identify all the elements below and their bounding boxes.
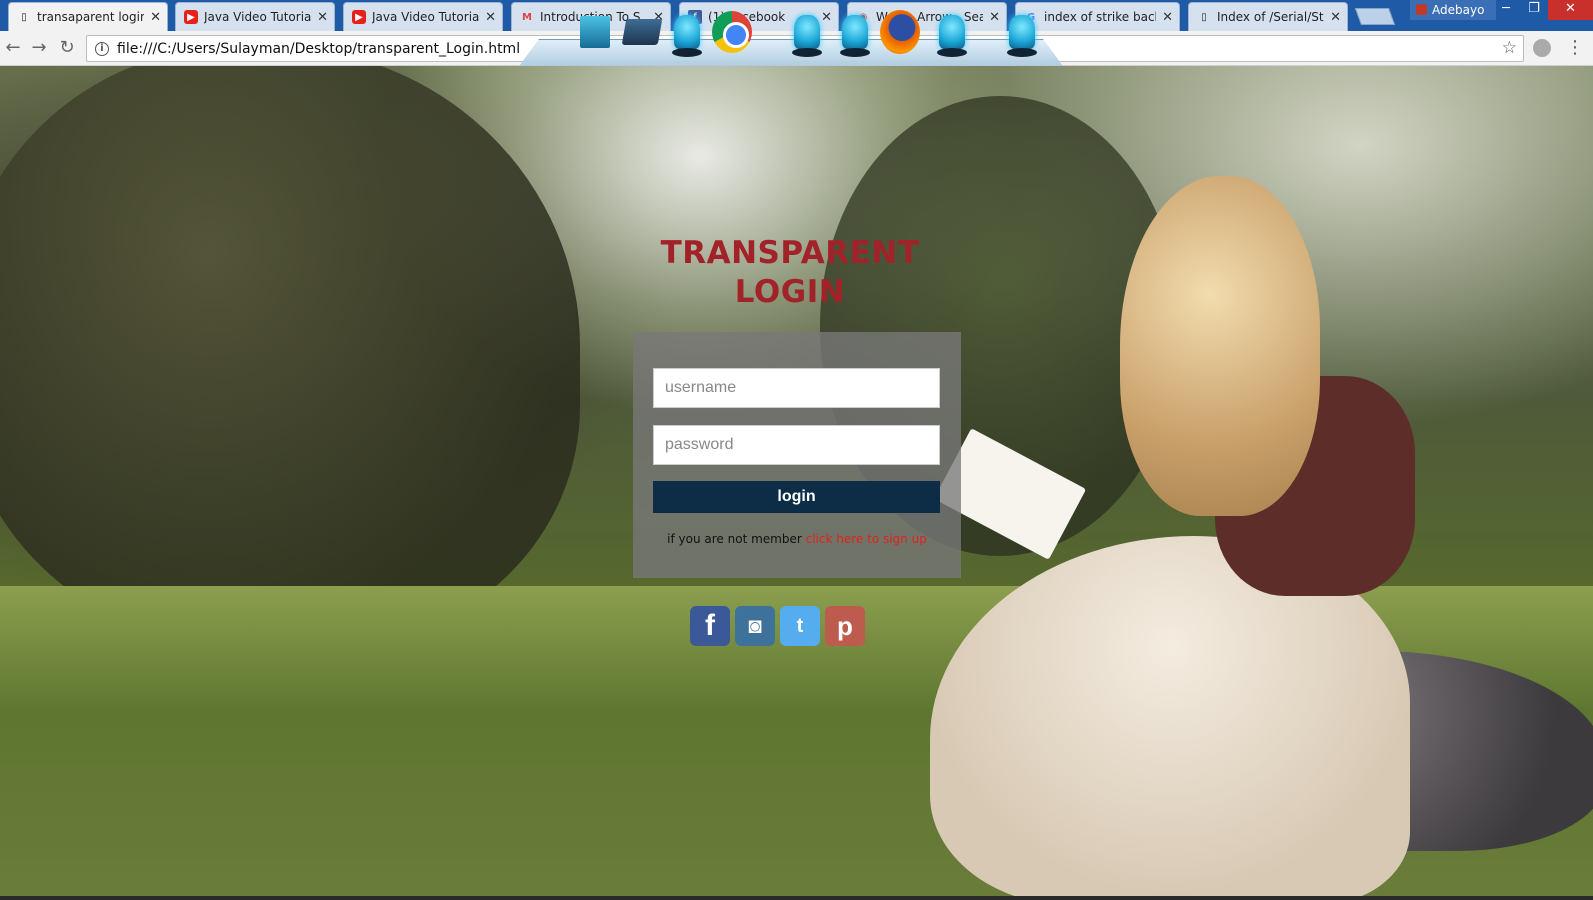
computer-icon[interactable] [575, 9, 615, 55]
forward-icon[interactable]: → [28, 37, 50, 59]
hologram-icon[interactable] [1002, 9, 1042, 57]
hologram-icon[interactable] [932, 9, 972, 57]
extension-icon[interactable] [1533, 39, 1551, 57]
close-tab-icon[interactable]: ✕ [1162, 10, 1173, 25]
signup-link[interactable]: click here to sign up [806, 532, 927, 546]
hologram-icon[interactable] [667, 9, 707, 57]
close-tab-icon[interactable]: ✕ [1330, 10, 1341, 25]
close-tab-icon[interactable]: ✕ [485, 10, 496, 25]
close-tab-icon[interactable]: ✕ [317, 10, 328, 25]
hologram-icon[interactable] [787, 9, 827, 57]
profile-button[interactable]: Adebayo [1410, 0, 1497, 20]
tab[interactable]: ▶ Java Video Tutorial ✕ [343, 2, 503, 31]
tab-title: Java Video Tutorial [204, 10, 312, 24]
facebook-icon[interactable]: f [690, 606, 730, 646]
tab-active[interactable]: ▯ transaparent login fo ✕ [8, 2, 168, 31]
close-tab-icon[interactable]: ✕ [150, 10, 161, 25]
page-icon: ▯ [1201, 11, 1207, 23]
pinterest-icon[interactable]: p [825, 606, 865, 646]
instagram-icon[interactable]: ◙ [735, 606, 775, 646]
desktop-dock [517, 3, 1065, 69]
login-title: TRANSPARENT LOGIN [600, 234, 980, 312]
maximize-icon[interactable]: ❐ [1520, 0, 1548, 20]
menu-icon[interactable]: ⋮ [1566, 37, 1584, 58]
back-icon[interactable]: ← [2, 37, 24, 59]
tab[interactable]: ▶ Java Video Tutorial ✕ [175, 2, 335, 31]
reload-icon[interactable]: ↻ [56, 37, 78, 59]
youtube-icon: ▶ [184, 10, 198, 24]
url-text: file:///C:/Users/Sulayman/Desktop/transp… [117, 40, 521, 57]
tab-title: Java Video Tutorial [372, 10, 480, 24]
tab-title: Index of /Serial/Strik [1217, 10, 1324, 24]
login-form: login if you are not member click here t… [633, 332, 961, 578]
new-tab-button[interactable] [1354, 8, 1396, 25]
signup-prompt: if you are not member click here to sign… [633, 532, 961, 546]
youtube-icon: ▶ [352, 10, 366, 24]
hologram-icon[interactable] [835, 9, 875, 57]
tab-title: transaparent login fo [37, 10, 145, 24]
login-title-line1: TRANSPARENT [660, 235, 920, 271]
minimize-icon[interactable]: ─ [1492, 0, 1520, 20]
password-input[interactable] [653, 425, 940, 465]
laptop-icon[interactable] [621, 9, 663, 55]
close-window-icon[interactable]: ✕ [1548, 0, 1593, 20]
background-tree [0, 66, 580, 646]
signup-prefix: if you are not member [667, 532, 802, 546]
chrome-icon[interactable] [712, 9, 752, 55]
bookmark-star-icon[interactable]: ☆ [1502, 38, 1517, 58]
username-input[interactable] [653, 368, 940, 408]
firefox-icon[interactable] [880, 9, 920, 55]
page-icon: ▯ [21, 11, 27, 23]
twitter-icon[interactable]: t [780, 606, 820, 646]
login-title-line2: LOGIN [734, 274, 846, 310]
info-icon[interactable]: i [95, 41, 109, 56]
background-person [1120, 176, 1320, 516]
login-button[interactable]: login [653, 481, 940, 513]
taskbar-edge [0, 896, 1593, 900]
tab[interactable]: ▯ Index of /Serial/Strik ✕ [1188, 2, 1348, 31]
page-content: TRANSPARENT LOGIN login if you are not m… [0, 66, 1593, 900]
